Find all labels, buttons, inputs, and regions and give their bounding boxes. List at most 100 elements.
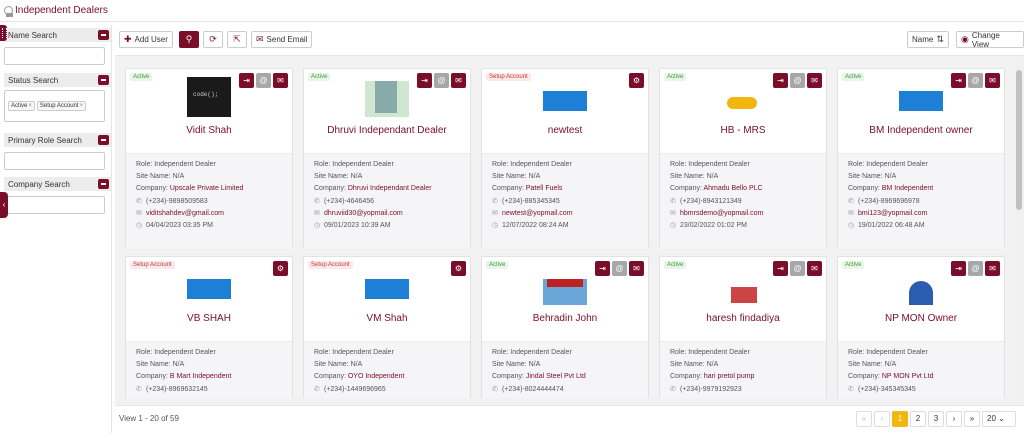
email-value[interactable]: dhruviid30@yopmail.com [324, 210, 403, 217]
dealer-name[interactable]: HB - MRS [660, 125, 826, 136]
company-link[interactable]: B Mart Independent [170, 373, 232, 380]
email-at-icon[interactable]: @ [612, 261, 627, 276]
company-search-header[interactable]: Company Search [4, 177, 111, 191]
primary-role-search-input[interactable] [4, 152, 105, 170]
send-email-button[interactable]: ✉ Send Email [251, 31, 313, 48]
dealer-card[interactable]: Active ⇥ @ ✉ haresh findadiya Role: Independe… [659, 256, 827, 398]
email-value[interactable]: newtest@yopmail.com [502, 210, 573, 217]
company-link[interactable]: BM Independent [882, 185, 933, 192]
company-link[interactable]: hari pretol pump [704, 373, 755, 380]
primary-role-search-header[interactable]: Primary Role Search [4, 133, 111, 147]
export-button[interactable]: ⇱ [227, 31, 247, 48]
dealer-name[interactable]: newtest [482, 125, 648, 136]
email-at-icon[interactable]: @ [790, 73, 805, 88]
prev-page-button[interactable]: ‹ [874, 411, 890, 427]
scrollbar[interactable] [1014, 56, 1024, 399]
collapse-toggle[interactable] [98, 135, 109, 145]
scrollbar-thumb[interactable] [1016, 70, 1022, 210]
page-size-select[interactable]: 20 ⌄ [982, 411, 1016, 427]
chat-icon[interactable]: ✉ [273, 73, 288, 88]
email-at-icon[interactable]: @ [968, 261, 983, 276]
email-value[interactable]: hbmrsdemo@yopmail.com [680, 210, 763, 217]
dealer-card[interactable]: Setup Account ⚙ newtest Role: Independent D… [481, 68, 649, 249]
company-link[interactable]: NP MON Pvt Ltd [882, 373, 934, 380]
chat-icon[interactable]: ✉ [807, 73, 822, 88]
email-at-icon[interactable]: @ [968, 73, 983, 88]
page-button[interactable]: 3 [928, 411, 944, 427]
company-link[interactable]: Jindal Steel Pvt Ltd [526, 373, 586, 380]
dealer-card[interactable]: Active ⇥ @ ✉ Behradin John Role: Independent … [481, 256, 649, 398]
dealer-name[interactable]: haresh findadiya [660, 313, 826, 324]
dealer-name[interactable]: VB SHAH [126, 313, 292, 324]
dealer-name[interactable]: Vidit Shah [126, 125, 292, 136]
chat-icon[interactable]: ✉ [985, 73, 1000, 88]
dealer-thumbnail [899, 265, 943, 305]
dealer-card[interactable]: Active ⇥ @ ✉ Dhruvi Independant Dealer Role: … [303, 68, 471, 249]
card-actions: ⇥ @ ✉ [951, 261, 1000, 276]
company-link[interactable]: OYO Independent [348, 373, 404, 380]
collapse-toggle[interactable] [98, 75, 109, 85]
user-settings-icon[interactable]: ⚙ [629, 73, 644, 88]
login-icon[interactable]: ⇥ [951, 261, 966, 276]
company-link[interactable]: Patell Fuels [526, 185, 563, 192]
login-icon[interactable]: ⇥ [773, 261, 788, 276]
refresh-button[interactable]: ⟳ [203, 31, 223, 48]
name-search-input[interactable] [4, 47, 105, 65]
dealer-card[interactable]: Active ⇥ @ ✉ HB - MRS Role: Independent Deale… [659, 68, 827, 249]
dealer-card[interactable]: Setup Account ⚙ VB SHAH Role: Independent D… [125, 256, 293, 398]
page-button[interactable]: 2 [910, 411, 926, 427]
email-at-icon[interactable]: @ [256, 73, 271, 88]
remove-icon[interactable]: × [80, 103, 84, 109]
search-button[interactable]: ⚲ [179, 31, 199, 48]
change-view-button[interactable]: ◉ Change View [956, 31, 1024, 49]
dealer-card[interactable]: Active ⇥ @ ✉ BM Independent owner Role: Indep… [837, 68, 1005, 249]
first-page-button[interactable]: « [856, 411, 872, 427]
dealer-thumbnail: code(); [187, 77, 231, 117]
add-user-button[interactable]: ✚ Add User [119, 31, 173, 48]
email-at-icon[interactable]: @ [790, 261, 805, 276]
remove-icon[interactable]: × [28, 103, 32, 109]
status-multiselect[interactable]: Active× Setup Account× [4, 90, 105, 122]
sidebar-handle-icon[interactable] [0, 25, 7, 41]
site-line: Site Name: N/A [492, 361, 541, 368]
login-icon[interactable]: ⇥ [417, 73, 432, 88]
status-chip[interactable]: Setup Account× [36, 101, 87, 111]
chat-icon[interactable]: ✉ [985, 261, 1000, 276]
dealer-card[interactable]: Setup Account ⚙ VM Shah Role: Independent D… [303, 256, 471, 398]
email-at-icon[interactable]: @ [434, 73, 449, 88]
chat-icon[interactable]: ✉ [807, 261, 822, 276]
status-chip[interactable]: Active× [8, 101, 35, 111]
status-search-header[interactable]: Status Search [4, 73, 111, 87]
login-icon[interactable]: ⇥ [595, 261, 610, 276]
dealer-card[interactable]: Active ⇥ @ ✉ NP MON Owner Role: Independent D… [837, 256, 1005, 398]
chat-icon[interactable]: ✉ [629, 261, 644, 276]
date-icon: ◷ [136, 222, 143, 229]
user-settings-icon[interactable]: ⚙ [273, 261, 288, 276]
login-icon[interactable]: ⇥ [773, 73, 788, 88]
dealer-card[interactable]: Active ⇥ @ ✉ code(); Vidit Shah Role: Independ… [125, 68, 293, 249]
name-search-header[interactable]: Name Search [4, 28, 111, 42]
collapse-toggle[interactable] [98, 179, 109, 189]
chat-icon[interactable]: ✉ [451, 73, 466, 88]
company-link[interactable]: Ahmadu Bello PLC [703, 185, 762, 192]
dealer-name[interactable]: VM Shah [304, 313, 470, 324]
company-link[interactable]: Upscale Private Limited [170, 185, 244, 192]
company-link[interactable]: Dhruvi Independant Dealer [348, 185, 432, 192]
email-line: ✉ dhruviid30@yopmail.com [314, 209, 403, 217]
next-page-button[interactable]: › [946, 411, 962, 427]
company-search-input[interactable] [4, 196, 105, 214]
sort-by-name-button[interactable]: Name ⇅ [907, 31, 949, 48]
dealer-name[interactable]: Behradin John [482, 313, 648, 324]
dealer-name[interactable]: Dhruvi Independant Dealer [304, 125, 470, 136]
login-icon[interactable]: ⇥ [239, 73, 254, 88]
user-settings-icon[interactable]: ⚙ [451, 261, 466, 276]
dealer-name[interactable]: NP MON Owner [838, 313, 1004, 324]
email-value[interactable]: viditshahdev@gmail.com [146, 210, 224, 217]
email-value[interactable]: bmi123@yopmail.com [858, 210, 927, 217]
collapse-sidebar-button[interactable]: ‹ [0, 192, 8, 218]
page-button[interactable]: 1 [892, 411, 908, 427]
last-page-button[interactable]: » [964, 411, 980, 427]
dealer-name[interactable]: BM Independent owner [838, 125, 1004, 136]
collapse-toggle[interactable] [98, 30, 109, 40]
login-icon[interactable]: ⇥ [951, 73, 966, 88]
